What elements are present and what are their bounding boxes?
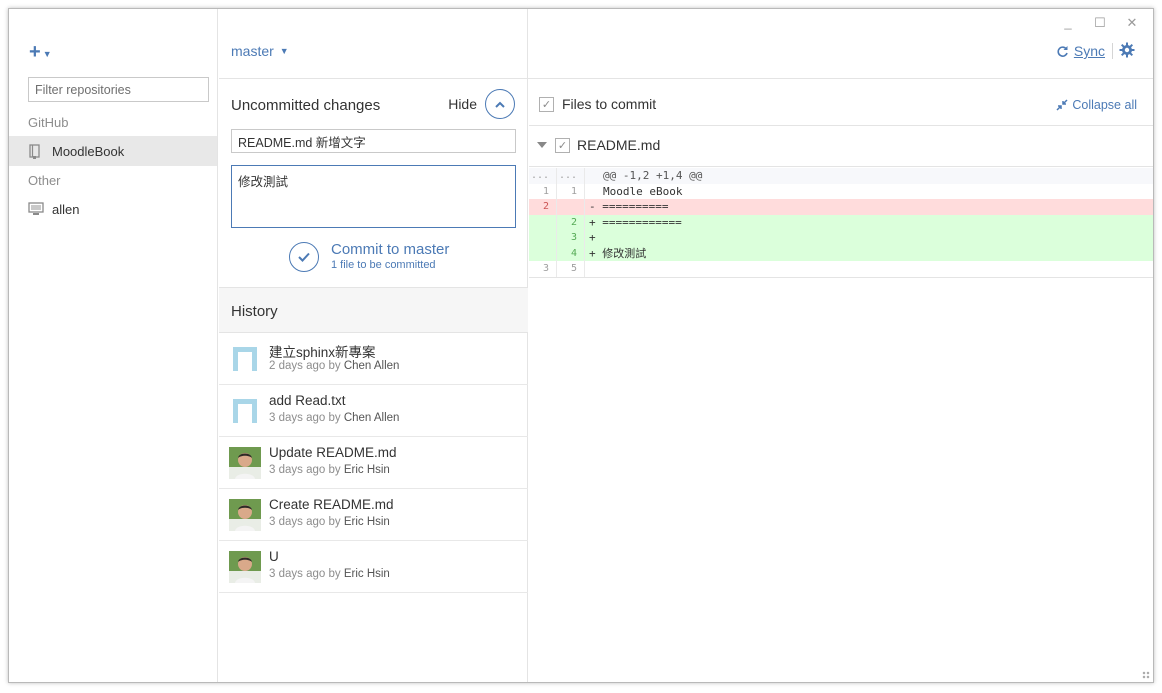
commit-label: Commit to master bbox=[331, 241, 450, 258]
commit-meta: 2 days ago by Chen Allen bbox=[269, 360, 400, 372]
repo-name: MoodleBook bbox=[52, 143, 125, 159]
history-item[interactable]: Update README.md 3 days ago by Eric Hsin bbox=[219, 437, 528, 489]
app-window: _ ☐ ✕ + ▼ GitHub MoodleBook Other allen … bbox=[8, 8, 1154, 683]
toolbar-separator bbox=[1112, 43, 1113, 59]
collapse-icon bbox=[1056, 99, 1068, 111]
diff-line-added: 2 + ============ bbox=[529, 214, 1153, 230]
computer-icon bbox=[28, 202, 44, 216]
old-line-number: 2 bbox=[529, 199, 557, 215]
maximize-button[interactable]: ☐ bbox=[1093, 15, 1107, 31]
collapse-all-label: Collapse all bbox=[1072, 98, 1137, 112]
other-section-label: Other bbox=[28, 173, 61, 188]
checkbox-checked-icon: ✓ bbox=[539, 96, 554, 112]
chevron-up-icon bbox=[485, 89, 515, 119]
file-checkbox[interactable]: ✓ bbox=[555, 138, 570, 153]
old-line-number: 3 bbox=[529, 261, 557, 277]
diff-code: - ========== bbox=[589, 200, 669, 214]
expand-triangle-icon[interactable] bbox=[537, 142, 547, 148]
commit-button[interactable]: Commit to master 1 file to be committed bbox=[289, 242, 449, 272]
diff-line-added: 3 + bbox=[529, 230, 1153, 246]
commit-title: U bbox=[269, 549, 279, 564]
sidebar: + ▼ GitHub MoodleBook Other allen bbox=[9, 9, 218, 682]
user-photo-avatar bbox=[229, 447, 261, 479]
diff-code: + bbox=[589, 231, 596, 245]
diff-line-context: 3 5 bbox=[529, 261, 1153, 277]
history-item[interactable]: add Read.txt 3 days ago by Chen Allen bbox=[219, 385, 528, 437]
files-to-commit-toggle[interactable]: ✓ Files to commit bbox=[539, 96, 656, 112]
history-item[interactable]: Create README.md 3 days ago by Eric Hsin bbox=[219, 489, 528, 541]
new-line-number bbox=[557, 199, 585, 215]
new-line-number: 3 bbox=[557, 230, 585, 246]
old-line-number bbox=[529, 214, 557, 230]
default-avatar-icon bbox=[229, 395, 261, 427]
old-line-number bbox=[529, 230, 557, 246]
commit-title: Create README.md bbox=[269, 497, 394, 512]
caret-down-icon: ▼ bbox=[42, 48, 52, 59]
diff-line-added: 4 + 修改測試 bbox=[529, 245, 1153, 261]
default-avatar-icon bbox=[229, 343, 261, 375]
collapse-all-button[interactable]: Collapse all bbox=[1056, 98, 1137, 112]
uncommitted-changes-title: Uncommitted changes bbox=[231, 97, 381, 114]
repo-name: allen bbox=[52, 201, 80, 217]
sync-icon bbox=[1057, 45, 1068, 57]
repo-icon bbox=[28, 144, 44, 159]
commit-title: 建立sphinx新專案 bbox=[269, 345, 376, 360]
user-photo-avatar bbox=[229, 499, 261, 531]
file-row[interactable]: ✓ README.md bbox=[529, 126, 1153, 167]
new-line-number: 5 bbox=[557, 261, 585, 277]
add-repository-button[interactable]: + ▼ bbox=[29, 41, 52, 64]
sidebar-item-allen[interactable]: allen bbox=[9, 194, 217, 224]
old-line-number: ... bbox=[529, 168, 557, 184]
commit-description-input[interactable]: 修改測試 bbox=[231, 165, 516, 228]
diff-hunk-header: ... ... @@ -1,2 +1,4 @@ bbox=[529, 168, 1153, 184]
file-name: README.md bbox=[577, 137, 661, 153]
new-line-number: 2 bbox=[557, 214, 585, 230]
commit-sublabel: 1 file to be committed bbox=[331, 259, 436, 271]
diff-code: @@ -1,2 +1,4 @@ bbox=[603, 169, 703, 183]
diff-line-deleted: 2 - ========== bbox=[529, 199, 1153, 215]
commit-meta: 3 days ago by Eric Hsin bbox=[269, 568, 390, 580]
sidebar-item-moodlebook[interactable]: MoodleBook bbox=[9, 136, 217, 166]
hide-label: Hide bbox=[448, 96, 477, 112]
checkmark-icon bbox=[289, 242, 319, 272]
diff-line-context: 1 1 Moodle eBook bbox=[529, 183, 1153, 199]
old-line-number bbox=[529, 245, 557, 261]
sync-label: Sync bbox=[1073, 43, 1105, 59]
diff-pane: ✓ Files to commit Collapse all ✓ README.… bbox=[529, 79, 1153, 682]
commit-title: add Read.txt bbox=[269, 393, 346, 408]
diff-code: + 修改測試 bbox=[589, 247, 647, 261]
diff-code: Moodle eBook bbox=[603, 184, 683, 198]
commit-title: Update README.md bbox=[269, 445, 397, 460]
hide-button[interactable]: Hide bbox=[448, 89, 515, 119]
history-item[interactable]: 建立sphinx新專案 2 days ago by Chen Allen bbox=[219, 333, 528, 385]
diff-view: ... ... @@ -1,2 +1,4 @@ 1 1 Moodle eBook… bbox=[529, 168, 1153, 278]
diff-code: + ============ bbox=[589, 215, 682, 229]
plus-icon: + bbox=[29, 41, 41, 63]
gear-icon[interactable] bbox=[1119, 42, 1135, 58]
filter-repositories-input[interactable] bbox=[28, 77, 209, 102]
user-photo-avatar bbox=[229, 551, 261, 583]
old-line-number: 1 bbox=[529, 183, 557, 199]
window-controls: _ ☐ ✕ bbox=[1061, 15, 1139, 31]
minimize-button[interactable]: _ bbox=[1061, 15, 1075, 31]
commit-meta: 3 days ago by Eric Hsin bbox=[269, 516, 390, 528]
history-title: History bbox=[231, 303, 278, 320]
github-section-label: GitHub bbox=[28, 115, 69, 130]
resize-grip[interactable] bbox=[1142, 671, 1150, 679]
files-to-commit-label: Files to commit bbox=[562, 96, 657, 112]
commit-summary-input[interactable] bbox=[231, 129, 516, 153]
new-line-number: ... bbox=[557, 168, 585, 184]
sync-button[interactable]: Sync bbox=[1056, 43, 1105, 59]
commit-meta: 3 days ago by Eric Hsin bbox=[269, 464, 390, 476]
new-line-number: 4 bbox=[557, 245, 585, 261]
close-button[interactable]: ✕ bbox=[1125, 15, 1139, 31]
history-item[interactable]: U 3 days ago by Eric Hsin bbox=[219, 541, 528, 593]
files-header: ✓ Files to commit Collapse all bbox=[529, 79, 1153, 126]
commit-meta: 3 days ago by Chen Allen bbox=[269, 412, 400, 424]
new-line-number: 1 bbox=[557, 183, 585, 199]
changes-pane: Uncommitted changes Hide 修改測試 Commit to … bbox=[219, 9, 528, 682]
